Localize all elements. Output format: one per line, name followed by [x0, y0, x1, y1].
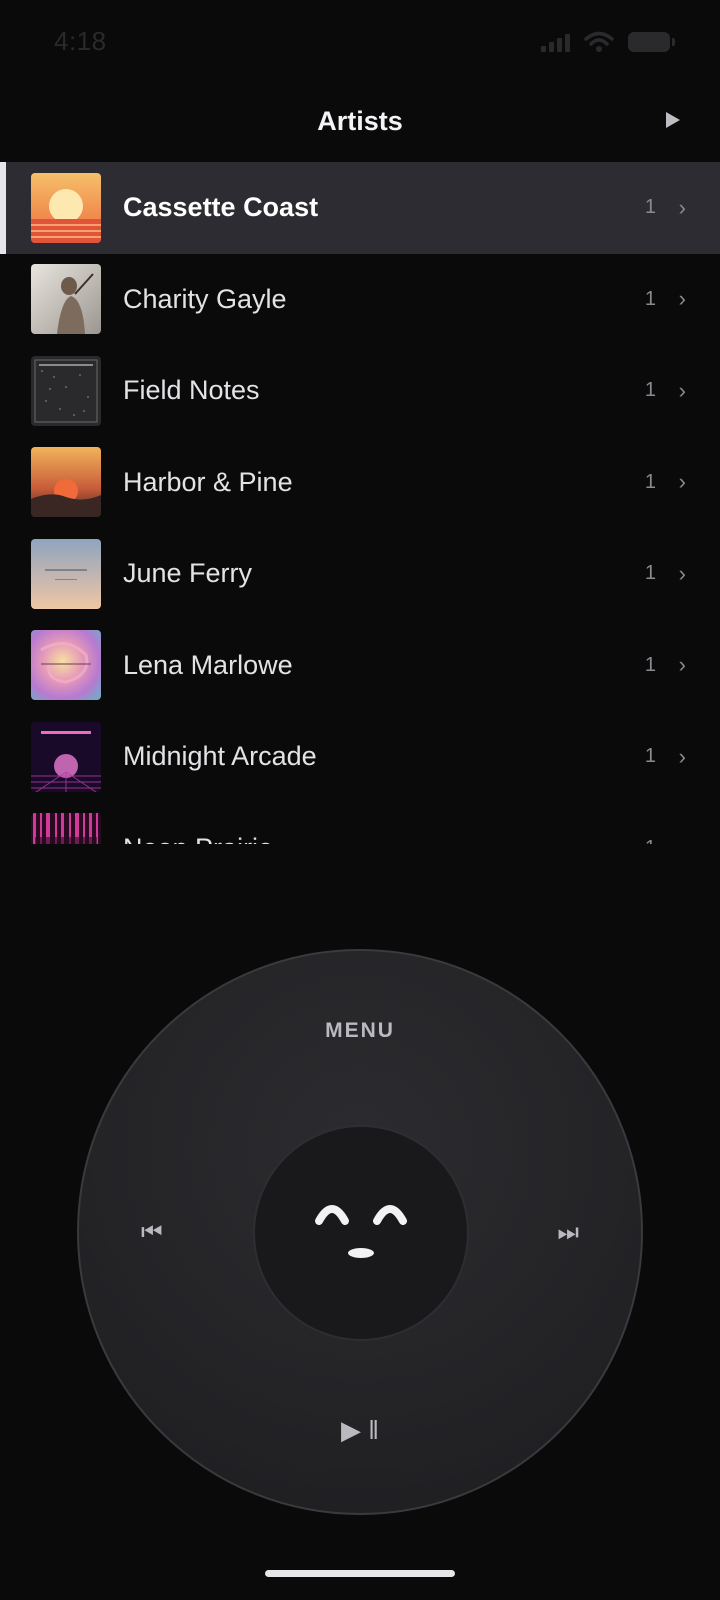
- next-track-icon[interactable]: ⏭: [557, 1219, 579, 1247]
- artist-name: Field Notes: [123, 375, 260, 406]
- list-item[interactable]: Field Notes 1 ›: [0, 345, 720, 437]
- previous-track-icon[interactable]: ⏮: [141, 1219, 163, 1247]
- artist-name: Midnight Arcade: [123, 741, 317, 772]
- list-item[interactable]: Charity Gayle 1 ›: [0, 254, 720, 346]
- wifi-icon: [584, 31, 614, 52]
- album-art: [31, 538, 101, 609]
- battery-icon: [628, 32, 675, 52]
- album-art: [31, 721, 101, 792]
- artist-name: June Ferry: [123, 558, 253, 589]
- chevron-right-icon: ›: [678, 377, 686, 403]
- list-item[interactable]: Lena Marlowe 1 ›: [0, 620, 720, 712]
- album-art: [31, 813, 101, 844]
- artist-name: Charity Gayle: [123, 283, 287, 314]
- status-icons: [541, 30, 675, 54]
- status-bar: 4:18: [0, 0, 720, 84]
- smiley-face-icon: [315, 1205, 407, 1258]
- header: Artists: [0, 92, 720, 156]
- album-count: 1: [644, 562, 656, 585]
- click-wheel[interactable]: MENU ⏮ ⏭ ▶ ‖: [77, 949, 643, 1515]
- album-art: [31, 355, 101, 426]
- menu-button[interactable]: MENU: [79, 1019, 641, 1043]
- signal-icon: [541, 32, 570, 52]
- page-title: Artists: [317, 106, 403, 136]
- album-art: [31, 172, 101, 243]
- artist-name: Harbor & Pine: [123, 466, 293, 497]
- chevron-right-icon: ›: [678, 560, 686, 586]
- chevron-right-icon: ›: [678, 743, 686, 769]
- album-count: 1: [645, 837, 656, 844]
- album-count: 1: [644, 653, 656, 676]
- list-item[interactable]: June Ferry 1 ›: [0, 528, 720, 620]
- list-item[interactable]: Midnight Arcade 1 ›: [0, 711, 720, 803]
- chevron-right-icon: ›: [678, 652, 686, 678]
- center-select-button[interactable]: [253, 1125, 469, 1341]
- now-playing-icon[interactable]: [666, 112, 680, 128]
- play-pause-icon[interactable]: ▶ ‖: [79, 1415, 641, 1446]
- chevron-right-icon: ›: [678, 469, 686, 495]
- album-art: [31, 630, 101, 701]
- album-count: 1: [644, 196, 656, 219]
- list-item[interactable]: Cassette Coast 1 ›: [0, 162, 720, 254]
- album-count: 1: [644, 470, 656, 493]
- album-art: [31, 447, 101, 518]
- list-item[interactable]: Neon Prairie 1 ›: [0, 803, 720, 844]
- album-count: 1: [644, 287, 656, 310]
- list-item[interactable]: Harbor & Pine 1 ›: [0, 437, 720, 529]
- status-time: 4:18: [54, 26, 107, 56]
- artist-name: Lena Marlowe: [123, 649, 293, 680]
- album-count: 1: [644, 379, 656, 402]
- home-indicator[interactable]: [265, 1570, 455, 1577]
- chevron-right-icon: ›: [678, 286, 686, 312]
- album-art: [31, 264, 101, 335]
- artist-name: Neon Prairie: [123, 833, 273, 844]
- chevron-right-icon: ›: [679, 835, 686, 844]
- artist-name: Cassette Coast: [123, 192, 319, 223]
- artist-list[interactable]: Cassette Coast 1 › Charity Gayle 1 › Fie…: [0, 162, 720, 844]
- album-count: 1: [644, 745, 656, 768]
- chevron-right-icon: ›: [678, 194, 686, 220]
